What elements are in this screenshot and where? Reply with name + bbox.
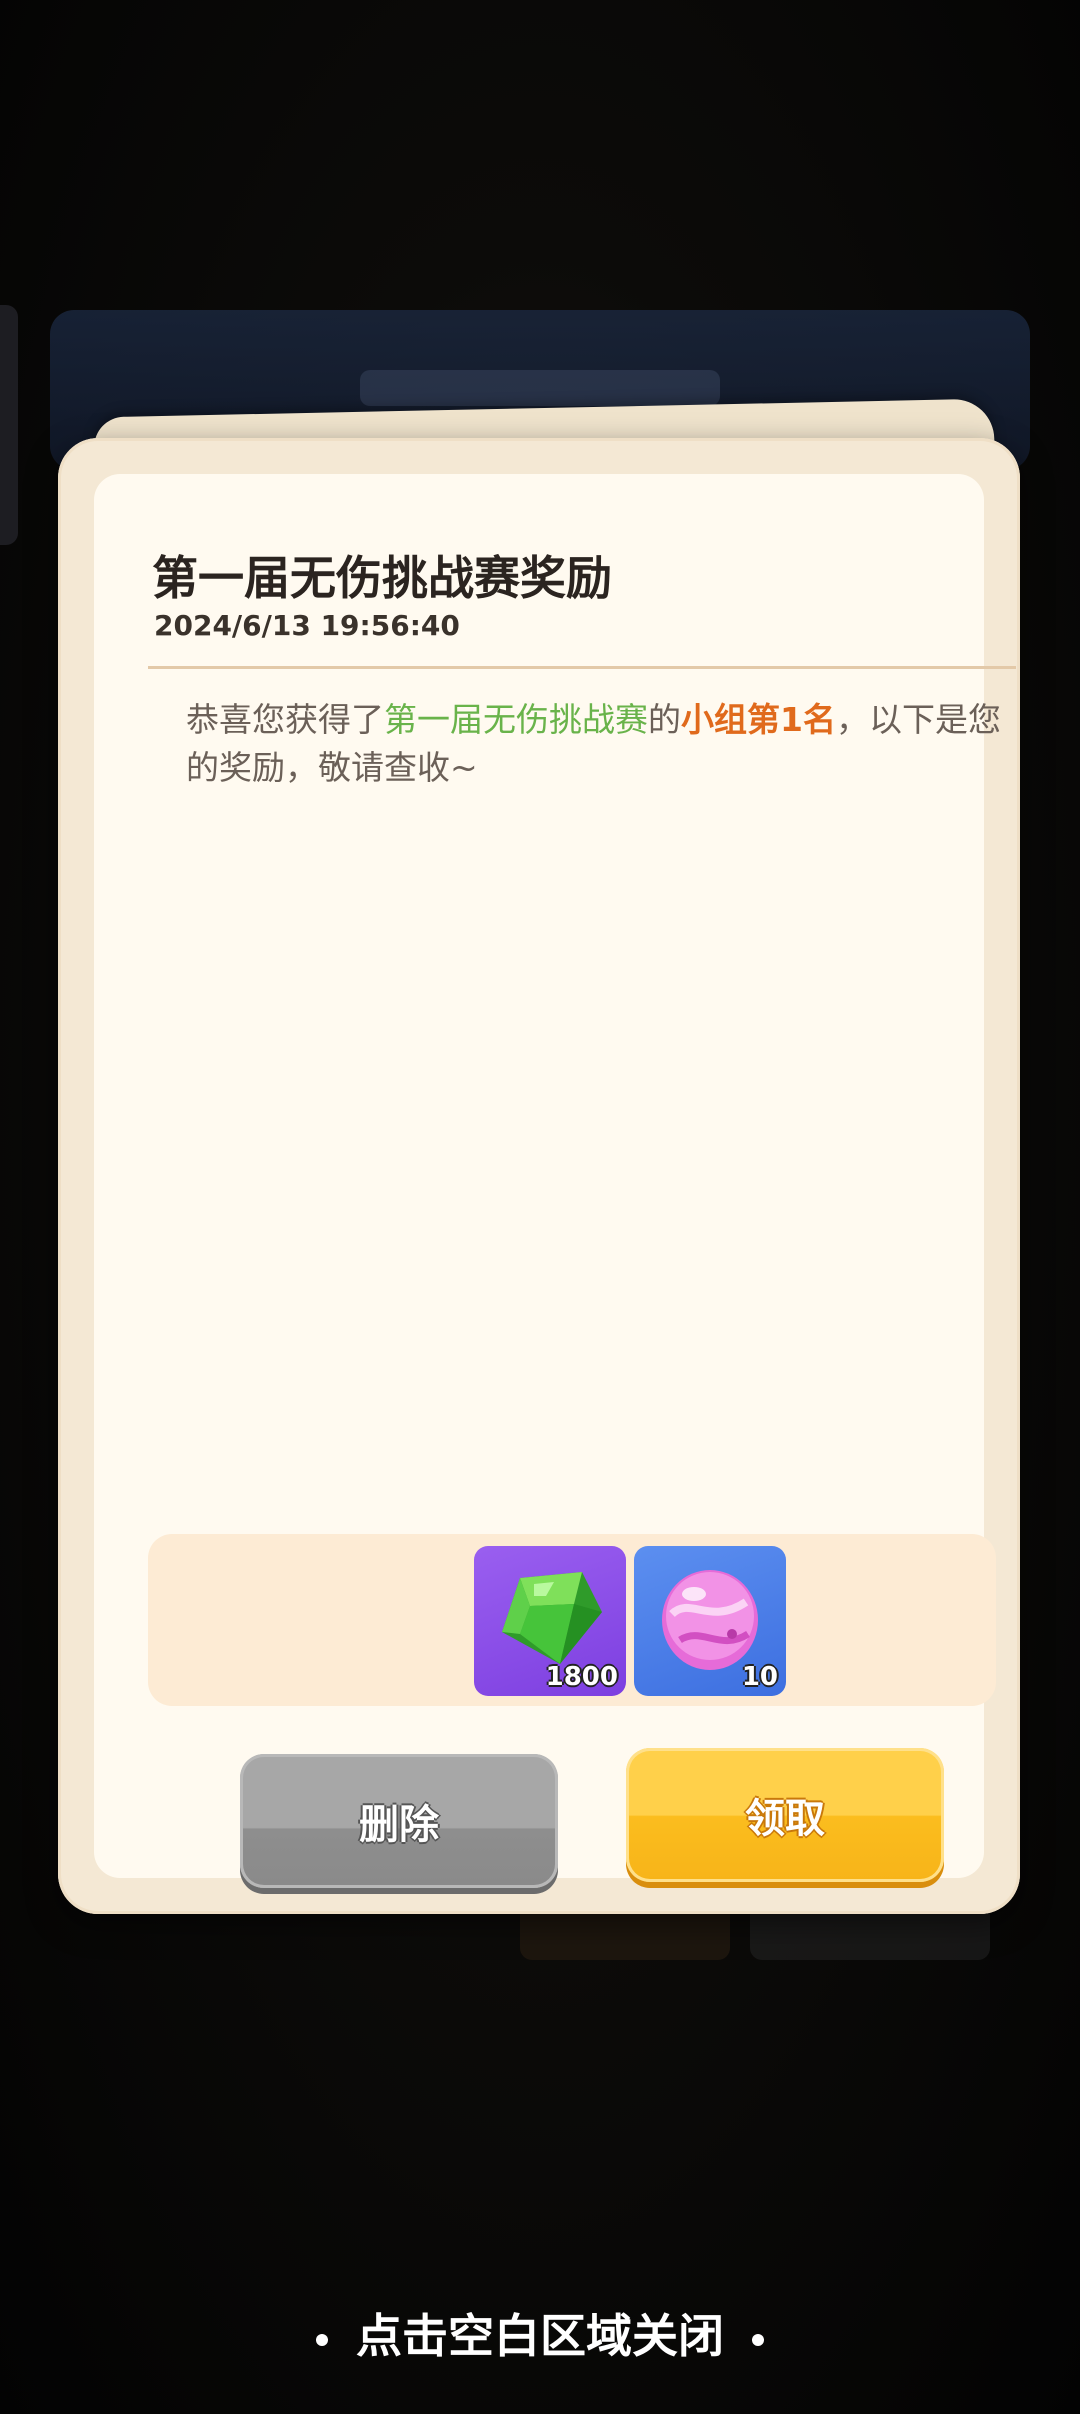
close-hint[interactable]: 点击空白区域关闭: [0, 2300, 1080, 2366]
dot-icon: [752, 2333, 764, 2346]
screen[interactable]: 第一届无伤挑战赛奖励 2024/6/13 19:56:40 恭喜您获得了第一届无…: [0, 0, 1080, 2414]
pink-egg-icon: [662, 1570, 758, 1670]
delete-button[interactable]: 删除: [240, 1754, 558, 1888]
mail-content-panel: 第一届无伤挑战赛奖励 2024/6/13 19:56:40 恭喜您获得了第一届无…: [94, 474, 1016, 1888]
rewards-panel: 1800 10: [148, 1534, 996, 1706]
message-rank: 小组第1名: [681, 700, 836, 739]
message-mid: 的: [648, 700, 681, 739]
reward-count: 10: [741, 1662, 778, 1692]
message-prefix: 恭喜您获得了: [186, 700, 384, 739]
claim-button[interactable]: 领取: [626, 1748, 944, 1882]
green-gem-icon: [502, 1572, 602, 1664]
mail-title: 第一届无伤挑战赛奖励: [152, 551, 612, 605]
message-event-name: 第一届无伤挑战赛: [384, 700, 648, 739]
reward-item-gem[interactable]: 1800: [474, 1546, 626, 1696]
background-banner-text: [360, 370, 720, 406]
divider: [148, 666, 1016, 669]
mail-dialog: 第一届无伤挑战赛奖励 2024/6/13 19:56:40 恭喜您获得了第一届无…: [58, 438, 1020, 1914]
dot-icon: [316, 2333, 328, 2346]
reward-count: 1800: [545, 1662, 618, 1692]
close-hint-text: 点击空白区域关闭: [356, 2309, 724, 2363]
reward-item-egg[interactable]: 10: [634, 1546, 786, 1696]
background-side-tab: [0, 305, 18, 545]
mail-message: 恭喜您获得了第一届无伤挑战赛的小组第1名，以下是您的奖励，敬请查收~: [186, 696, 1026, 792]
mail-date: 2024/6/13 19:56:40: [154, 609, 460, 642]
